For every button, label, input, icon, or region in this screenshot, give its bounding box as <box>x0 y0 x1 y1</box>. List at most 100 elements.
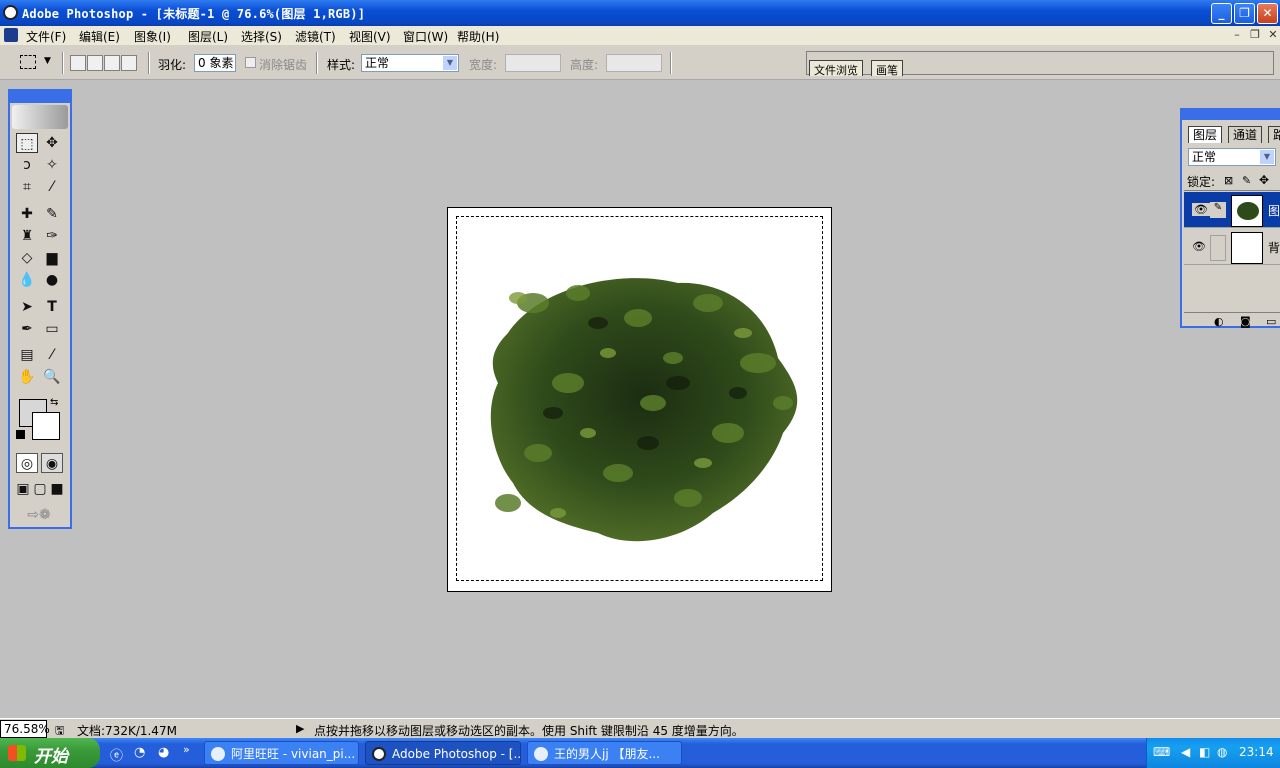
slice-tool-icon[interactable]: ⁄ <box>41 177 63 197</box>
quicklaunch-more-icon[interactable]: » <box>183 743 190 756</box>
task-photoshop[interactable]: Adobe Photoshop - [... <box>365 741 521 765</box>
tab-layers[interactable]: 图层 <box>1188 126 1223 143</box>
default-colors-icon[interactable] <box>16 430 25 439</box>
healing-brush-tool-icon[interactable]: ✚ <box>16 204 38 224</box>
document-canvas[interactable] <box>447 207 832 592</box>
feather-input[interactable]: 0 象素 <box>194 54 236 72</box>
new-selection-icon[interactable] <box>70 55 86 71</box>
adobe-logo-icon[interactable] <box>12 105 68 129</box>
quickmask-mode-icon[interactable]: ◉ <box>41 453 63 473</box>
brush-link-icon[interactable]: ✎ <box>1210 202 1226 218</box>
photoshop-app-icon[interactable] <box>3 5 18 20</box>
jump-to-imageready-icon[interactable]: ⇨❁ <box>16 505 62 525</box>
antialias-checkbox[interactable] <box>245 57 256 68</box>
messenger-quicklaunch-icon[interactable]: ◕ <box>158 745 169 760</box>
network-icon[interactable]: ◧ <box>1199 745 1210 759</box>
lock-image-icon[interactable]: ✎ <box>1242 174 1251 187</box>
layer-style-icon[interactable]: ◐ <box>1214 315 1224 328</box>
browser-quicklaunch-icon[interactable]: ◔ <box>134 745 145 760</box>
magic-wand-tool-icon[interactable]: ✧ <box>41 155 63 175</box>
menu-help[interactable]: 帮助(H) <box>457 28 499 45</box>
menu-filter[interactable]: 滤镜(T) <box>295 28 336 45</box>
eyedropper-tool-icon[interactable]: ⁄ <box>41 345 63 365</box>
type-tool-icon[interactable]: T <box>41 297 63 317</box>
doc-restore-icon[interactable]: ❐ <box>1247 28 1263 42</box>
visibility-eye-icon[interactable]: 👁 <box>1192 240 1206 253</box>
lock-position-icon[interactable]: ✥ <box>1259 173 1269 187</box>
layers-palette-titlebar[interactable] <box>1182 110 1280 120</box>
menu-layer[interactable]: 图层(L) <box>188 28 228 45</box>
minimize-button[interactable]: _ <box>1211 3 1232 24</box>
history-brush-tool-icon[interactable]: ✑ <box>41 226 63 246</box>
height-input[interactable] <box>606 54 662 72</box>
task-aliwangwang[interactable]: 阿里旺旺 - vivian_pi... <box>204 741 359 765</box>
tray-back-icon[interactable]: ◀ <box>1181 745 1190 759</box>
menu-image[interactable]: 图象(I) <box>134 28 171 45</box>
toolbox-titlebar[interactable] <box>10 91 70 103</box>
zoom-field[interactable]: 76.58% <box>0 720 50 738</box>
clone-stamp-tool-icon[interactable]: ♜ <box>16 226 38 246</box>
intersect-selection-icon[interactable] <box>121 55 137 71</box>
menu-edit[interactable]: 编辑(E) <box>79 28 120 45</box>
rect-marquee-tool-icon[interactable]: ⬚ <box>16 133 38 153</box>
link-box-icon[interactable] <box>1210 235 1226 261</box>
zoom-tool-icon[interactable]: 🔍 <box>41 367 63 387</box>
tab-channels[interactable]: 通道 <box>1228 126 1263 143</box>
document-icon[interactable] <box>4 28 18 42</box>
notes-tool-icon[interactable]: ▤ <box>16 345 38 365</box>
eraser-tool-icon[interactable]: ◇ <box>16 248 38 268</box>
visibility-eye-icon[interactable]: 👁 <box>1192 203 1210 216</box>
lasso-tool-icon[interactable]: ↄ <box>16 155 38 175</box>
doc-minimize-icon[interactable]: – <box>1229 28 1245 42</box>
menu-file[interactable]: 文件(F) <box>26 28 66 45</box>
background-color-swatch[interactable] <box>32 412 60 440</box>
restore-button[interactable]: ❐ <box>1234 3 1255 24</box>
chevron-down-icon[interactable]: ▼ <box>443 56 457 70</box>
blur-tool-icon[interactable]: 💧 <box>16 270 38 290</box>
pen-tool-icon[interactable]: ✒ <box>16 319 38 339</box>
subtract-selection-icon[interactable] <box>104 55 120 71</box>
new-set-icon[interactable]: ▭ <box>1266 315 1276 328</box>
brush-tool-icon[interactable]: ✎ <box>41 204 63 224</box>
rectangle-tool-icon[interactable]: ▭ <box>41 319 63 339</box>
gradient-tool-icon[interactable]: ▆ <box>41 248 63 268</box>
close-button[interactable]: ✕ <box>1257 3 1278 24</box>
move-tool-icon[interactable]: ✥ <box>41 133 63 153</box>
blend-mode-select[interactable]: 正常 ▼ <box>1188 148 1276 166</box>
screen-mode-full-menu-icon[interactable]: ▢ <box>31 479 49 499</box>
chevron-down-icon[interactable]: ▼ <box>1260 150 1274 164</box>
layer-row-layer1[interactable]: 👁 ✎ 图 <box>1184 192 1280 228</box>
taskbar: 开始 ⓔ ◔ ◕ » 阿里旺旺 - vivian_pi... Adobe Pho… <box>0 738 1280 768</box>
hand-tool-icon[interactable]: ✋ <box>16 367 38 387</box>
screen-mode-full-icon[interactable]: ■ <box>48 479 66 499</box>
chevron-down-icon[interactable]: ▼ <box>44 56 51 66</box>
messenger-tray-icon[interactable]: ◍ <box>1217 745 1227 759</box>
add-selection-icon[interactable] <box>87 55 103 71</box>
crop-tool-icon[interactable]: ⌗ <box>16 177 38 197</box>
tab-file-browser[interactable]: 文件浏览 <box>809 60 863 77</box>
add-mask-icon[interactable]: ◙ <box>1240 315 1251 328</box>
layer-row-background[interactable]: 👁 背 <box>1184 229 1280 265</box>
task-browser[interactable]: 王的男人jj 【朋友... <box>527 741 682 765</box>
width-input[interactable] <box>505 54 561 72</box>
play-arrow-icon[interactable]: ▶ <box>296 722 304 735</box>
style-select[interactable]: 正常 ▼ <box>361 54 459 72</box>
lock-transparency-icon[interactable]: ⊠ <box>1224 174 1233 187</box>
standard-mode-icon[interactable]: ◎ <box>16 453 38 473</box>
ie-quicklaunch-icon[interactable]: ⓔ <box>110 745 123 764</box>
menu-view[interactable]: 视图(V) <box>349 28 391 45</box>
doc-close-icon[interactable]: ✕ <box>1265 28 1280 42</box>
screen-mode-standard-icon[interactable]: ▣ <box>14 479 32 499</box>
layers-palette: 图层 通道 路 正常 ▼ 锁定: ⊠ ✎ ✥ 👁 ✎ 图 👁 背 ◐ ◙ ▭ <box>1180 108 1280 328</box>
start-button[interactable]: 开始 <box>0 738 100 768</box>
menu-select[interactable]: 选择(S) <box>241 28 282 45</box>
menu-window[interactable]: 窗口(W) <box>403 28 448 45</box>
swap-colors-icon[interactable]: ⇆ <box>50 397 58 408</box>
rect-marquee-preset-icon[interactable] <box>20 55 36 69</box>
tab-paths[interactable]: 路 <box>1268 126 1280 143</box>
clock[interactable]: 23:14 <box>1239 745 1274 759</box>
path-select-tool-icon[interactable]: ➤ <box>16 297 38 317</box>
tab-brushes[interactable]: 画笔 <box>871 60 903 77</box>
dodge-tool-icon[interactable]: ● <box>41 270 63 290</box>
keyboard-icon[interactable]: ⌨ <box>1153 745 1170 759</box>
